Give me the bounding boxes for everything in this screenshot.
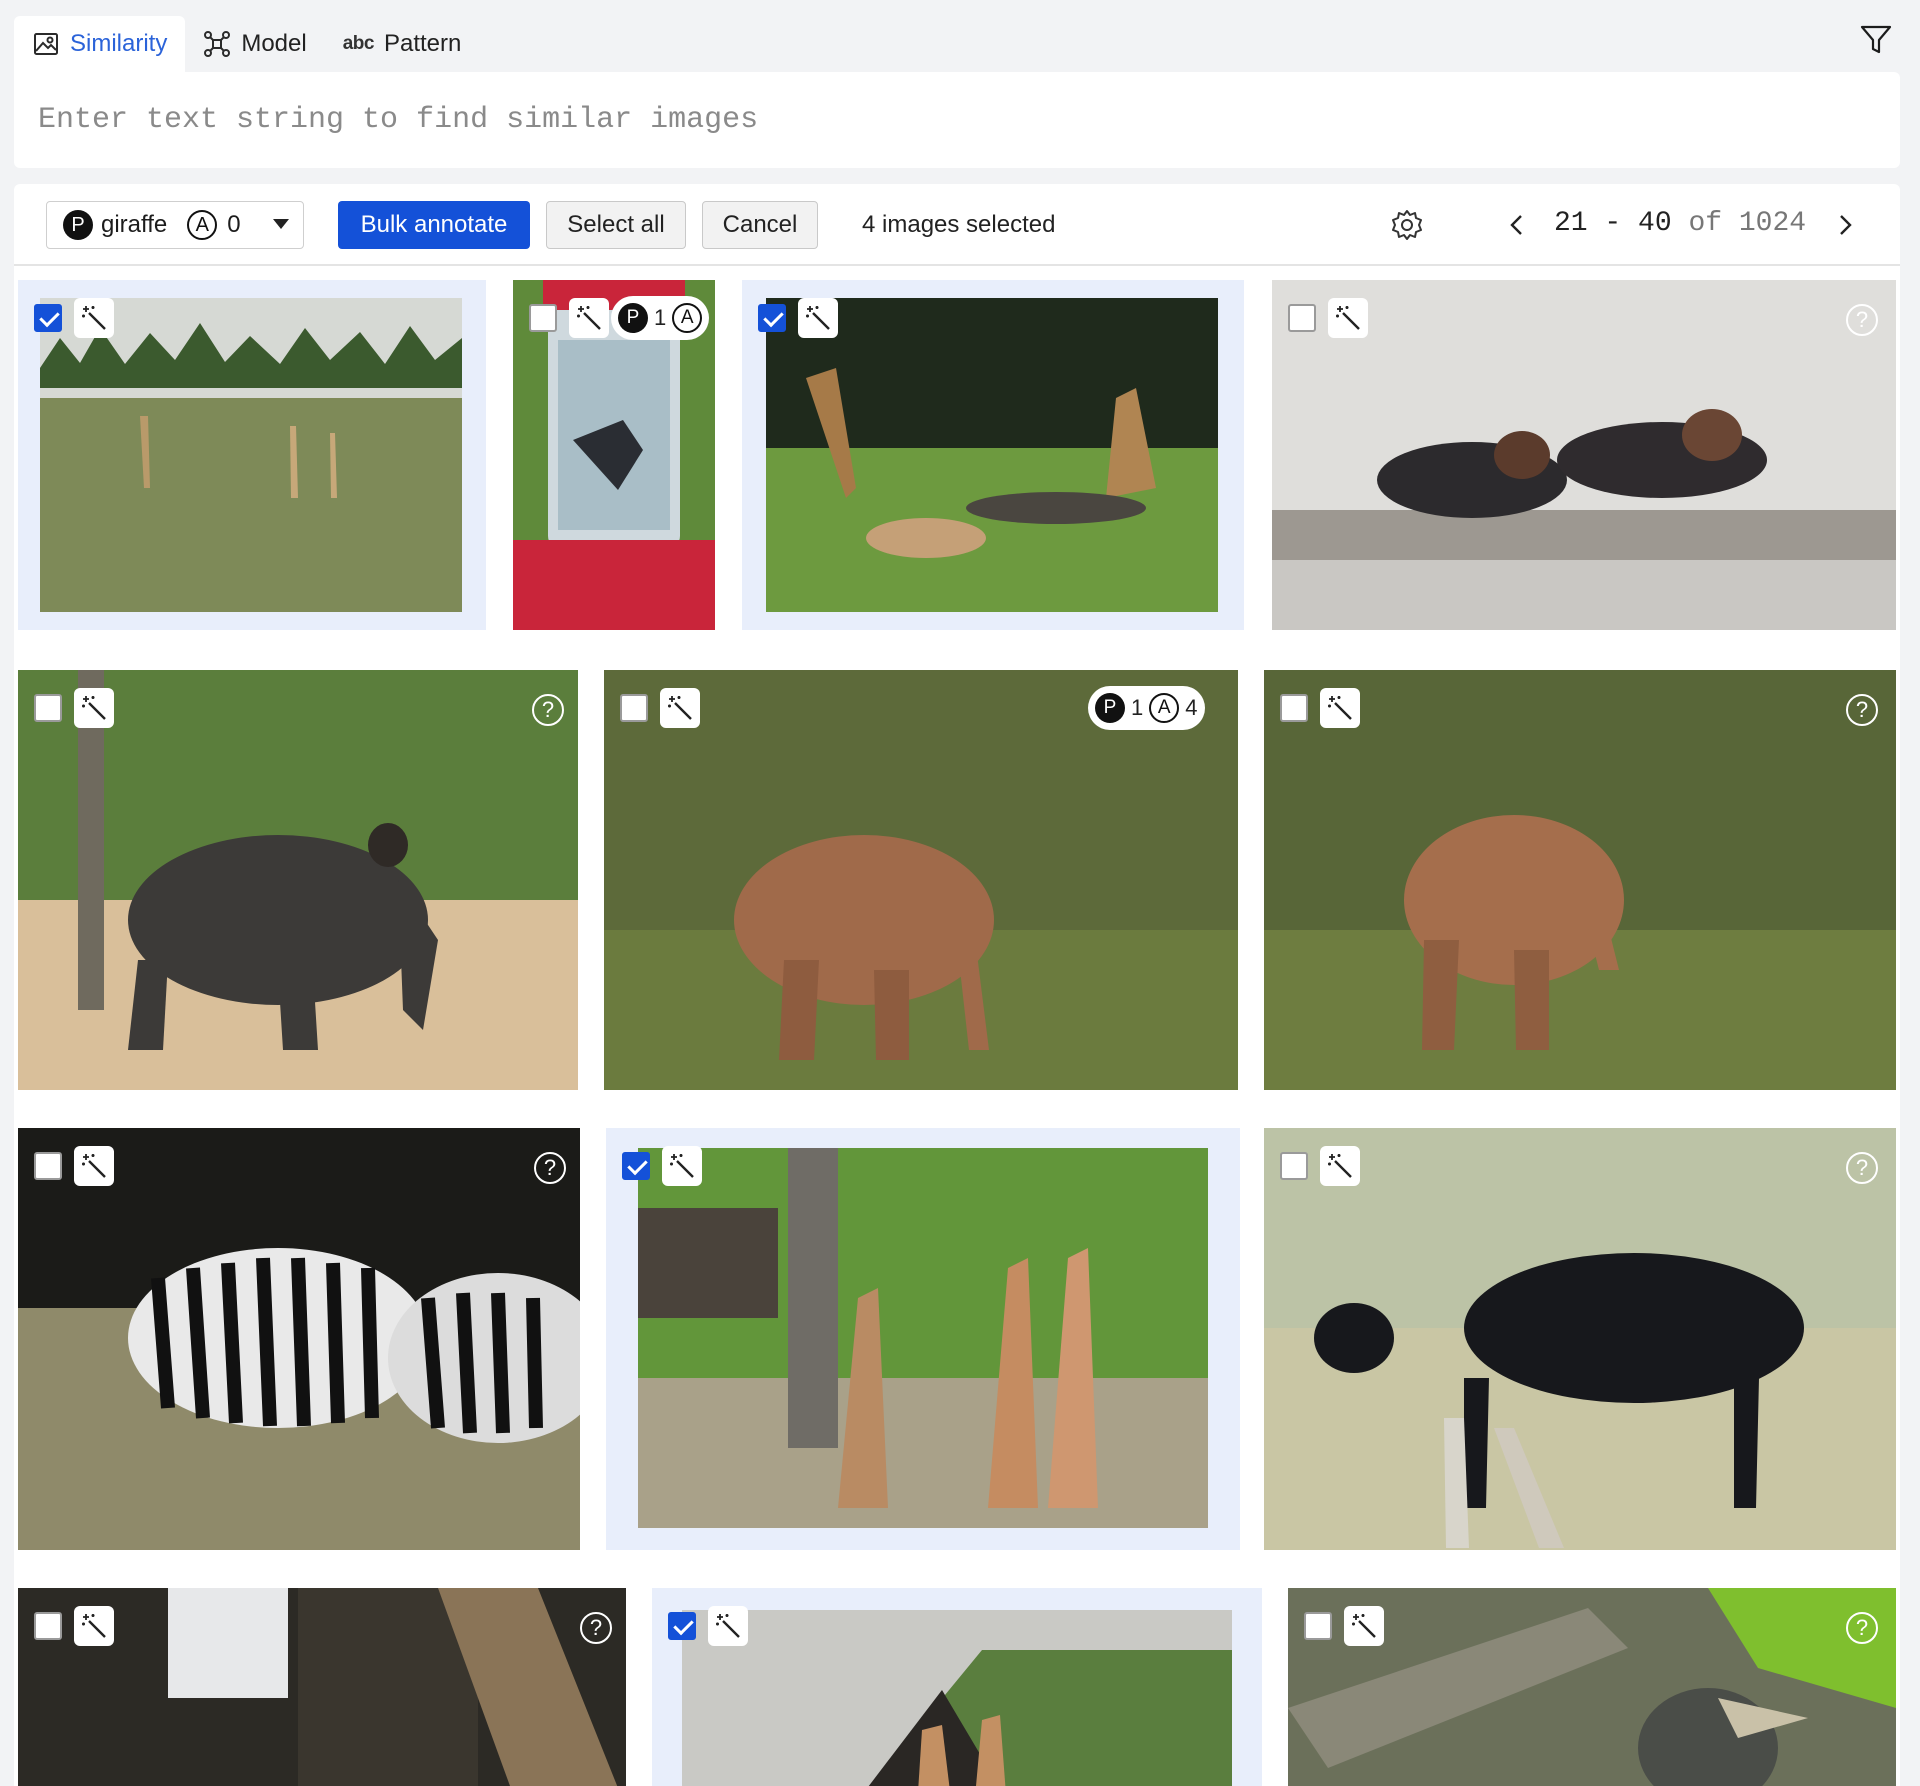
select-checkbox[interactable] — [620, 694, 648, 722]
magic-wand-icon[interactable] — [74, 1146, 114, 1186]
annotation-count: 4 — [1185, 695, 1198, 720]
image-card[interactable]: P 1 A 4 — [604, 670, 1238, 1090]
select-checkbox[interactable] — [1280, 694, 1308, 722]
result-image — [682, 1610, 1232, 1786]
image-icon — [34, 33, 58, 55]
annotation-count: 0 — [227, 211, 241, 238]
select-checkbox[interactable] — [34, 1152, 62, 1180]
prediction-badge: P — [618, 303, 648, 333]
result-image — [40, 298, 462, 612]
prediction-badge: P — [1095, 693, 1125, 723]
magic-wand-icon[interactable] — [662, 1146, 702, 1186]
search-mode-tabs: Similarity Model abc Pattern — [14, 16, 479, 72]
result-image — [638, 1148, 1208, 1528]
gear-icon[interactable] — [1390, 208, 1424, 242]
tab-model-label: Model — [241, 30, 307, 57]
result-image — [18, 670, 578, 1090]
chevron-left-icon[interactable] — [1502, 210, 1532, 240]
similarity-search-box — [14, 72, 1900, 168]
prediction-count: 1 — [1131, 695, 1144, 720]
select-checkbox[interactable] — [1304, 1612, 1332, 1640]
magic-wand-icon[interactable] — [569, 298, 609, 338]
help-icon[interactable]: ? — [532, 694, 564, 726]
select-checkbox[interactable] — [1288, 304, 1316, 332]
help-icon[interactable]: ? — [1846, 1612, 1878, 1644]
select-checkbox[interactable] — [34, 1612, 62, 1640]
help-icon[interactable]: ? — [1846, 1152, 1878, 1184]
image-card[interactable]: ? — [18, 670, 578, 1090]
image-card[interactable]: ? — [18, 1128, 580, 1550]
image-card[interactable]: ? — [1264, 670, 1896, 1090]
image-card[interactable]: ? — [1272, 280, 1896, 630]
search-input[interactable] — [14, 72, 1900, 168]
chevron-down-icon — [273, 219, 289, 229]
pagination-range: 21 - 40 of 1024 — [1554, 208, 1806, 239]
total-count: 1024 — [1738, 208, 1807, 239]
range-separator: - — [1587, 208, 1639, 239]
help-icon[interactable]: ? — [580, 1612, 612, 1644]
help-icon[interactable]: ? — [1846, 694, 1878, 726]
help-icon[interactable]: ? — [1846, 304, 1878, 336]
annotation-badge: A — [187, 210, 218, 240]
image-card[interactable] — [652, 1588, 1262, 1786]
select-checkbox[interactable] — [622, 1152, 650, 1180]
result-image — [1264, 670, 1896, 1090]
prediction-count: 1 — [654, 305, 667, 330]
cancel-button[interactable]: Cancel — [702, 201, 818, 249]
select-checkbox[interactable] — [1280, 1152, 1308, 1180]
result-image — [18, 1128, 580, 1550]
select-checkbox[interactable] — [34, 694, 62, 722]
select-checkbox[interactable] — [529, 304, 557, 332]
image-card[interactable]: P 1 A — [513, 280, 715, 630]
prediction-annotation-pill: P 1 A — [611, 296, 710, 340]
result-image — [604, 670, 1238, 1090]
magic-wand-icon[interactable] — [708, 1606, 748, 1646]
magic-wand-icon[interactable] — [1328, 298, 1368, 338]
magic-wand-icon[interactable] — [74, 688, 114, 728]
magic-wand-icon[interactable] — [1320, 1146, 1360, 1186]
help-icon[interactable]: ? — [534, 1152, 566, 1184]
abc-icon: abc — [342, 33, 375, 54]
magic-wand-icon[interactable] — [74, 1606, 114, 1646]
chevron-right-icon[interactable] — [1830, 210, 1860, 240]
image-card[interactable]: ? — [1264, 1128, 1896, 1550]
image-card[interactable] — [742, 280, 1244, 630]
prediction-badge: P — [63, 210, 93, 240]
magic-wand-icon[interactable] — [1344, 1606, 1384, 1646]
select-checkbox[interactable] — [758, 304, 786, 332]
results-toolbar: P giraffe A 0 Bulk annotate Select all C… — [14, 184, 1900, 266]
network-icon — [204, 31, 231, 57]
image-results-grid: P 1 A ? ? P 1 A 4 ? ? ? ? ? — [14, 266, 1900, 1786]
select-checkbox[interactable] — [668, 1612, 696, 1640]
magic-wand-icon[interactable] — [798, 298, 838, 338]
label-filter-value: giraffe — [101, 211, 168, 238]
annotation-badge: A — [1149, 693, 1180, 723]
image-card[interactable] — [18, 280, 486, 630]
range-start: 21 — [1554, 208, 1588, 239]
label-filter-dropdown[interactable]: P giraffe A 0 — [46, 201, 304, 249]
annotation-badge: A — [672, 303, 703, 333]
magic-wand-icon[interactable] — [1320, 688, 1360, 728]
range-of: of — [1671, 208, 1739, 239]
tab-similarity[interactable]: Similarity — [14, 16, 186, 72]
select-checkbox[interactable] — [34, 304, 62, 332]
filter-icon[interactable] — [1858, 22, 1894, 58]
select-all-button[interactable]: Select all — [546, 201, 686, 249]
tab-pattern-label: Pattern — [383, 30, 462, 57]
tab-similarity-label: Similarity — [70, 30, 168, 57]
image-card[interactable]: ? — [18, 1588, 626, 1786]
magic-wand-icon[interactable] — [74, 298, 114, 338]
range-end: 40 — [1638, 208, 1672, 239]
magic-wand-icon[interactable] — [660, 688, 700, 728]
prediction-annotation-pill: P 1 A 4 — [1088, 686, 1205, 730]
selected-count-text: 4 images selected — [862, 211, 1056, 238]
tab-model[interactable]: Model — [185, 16, 324, 72]
image-card[interactable]: ? — [1288, 1588, 1896, 1786]
tab-pattern[interactable]: abc Pattern — [325, 16, 480, 72]
bulk-annotate-button[interactable]: Bulk annotate — [338, 201, 530, 249]
image-card[interactable] — [606, 1128, 1240, 1550]
result-image — [766, 298, 1218, 612]
result-image — [1264, 1128, 1896, 1550]
